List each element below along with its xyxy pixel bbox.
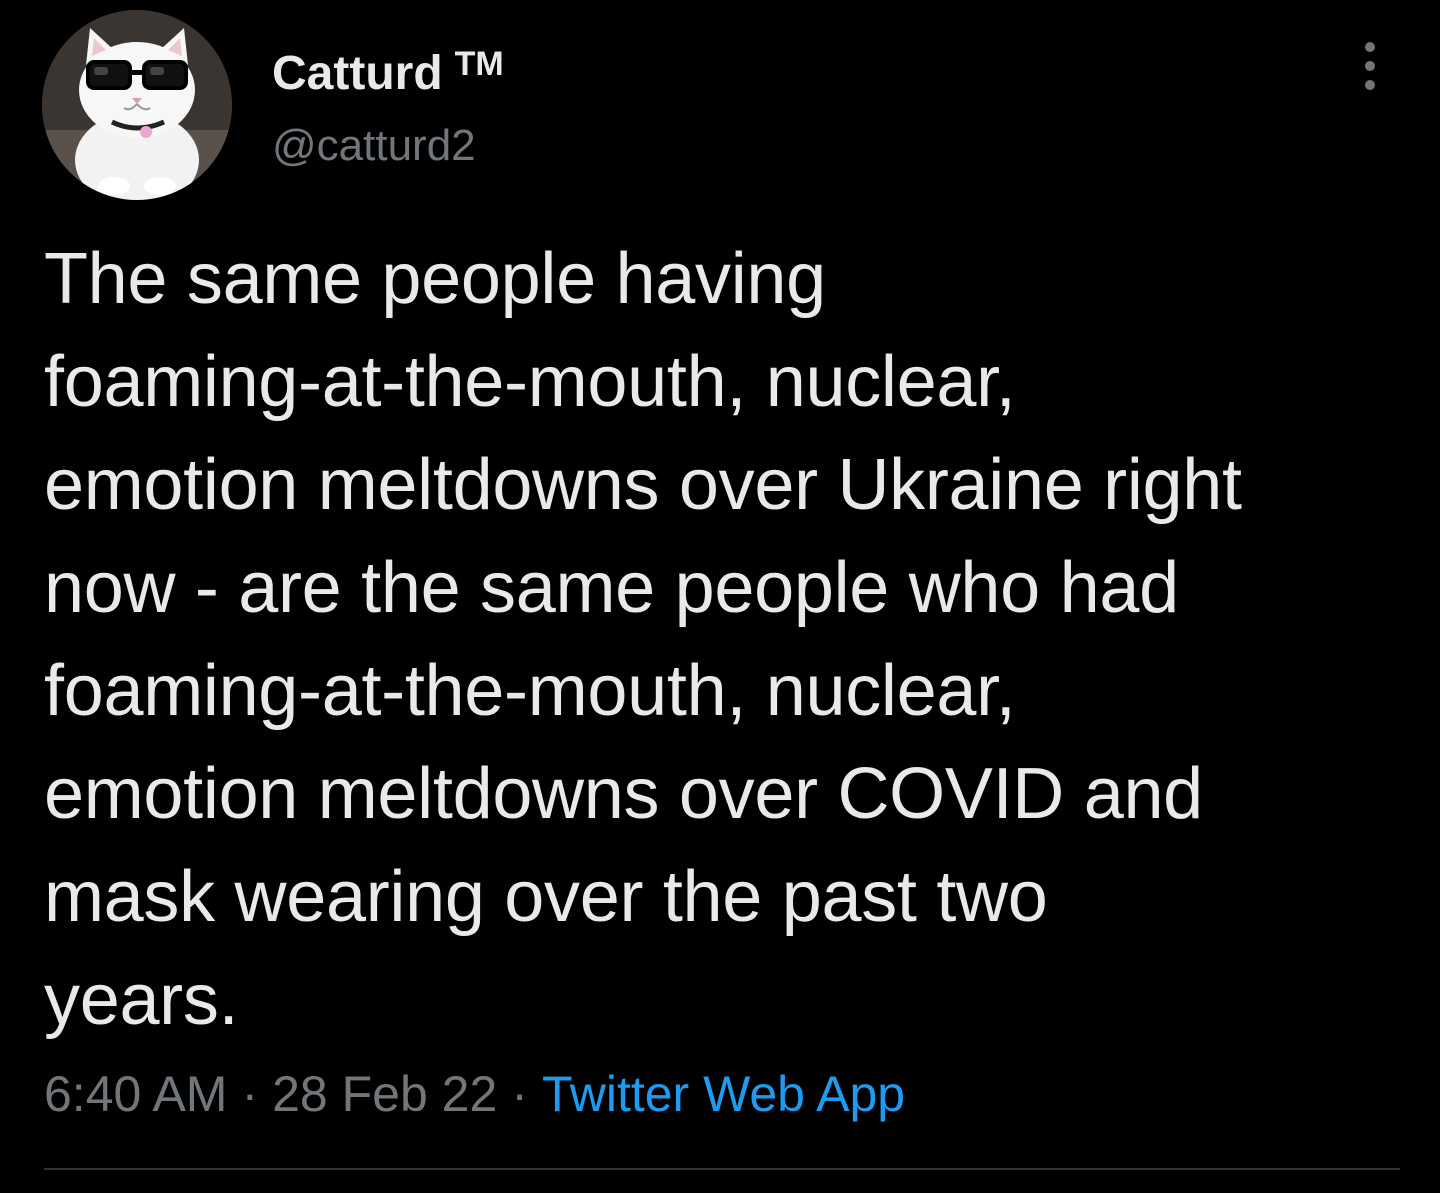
tweet-source-link[interactable]: Twitter Web App (542, 1066, 905, 1122)
tweet-text: The same people having foaming-at-the-mo… (44, 239, 1242, 1040)
tweet-time[interactable]: 6:40 AM (44, 1066, 227, 1122)
tweet-date[interactable]: 28 Feb 22 (272, 1066, 497, 1122)
divider (44, 1168, 1400, 1170)
meta-separator: · (241, 1066, 259, 1122)
cat-with-glasses-avatar-icon (42, 10, 232, 200)
tweet-detail: Catturd TM @catturd2 The same people havi… (0, 0, 1440, 1193)
tweet-metadata: 6:40 AM · 28 Feb 22 · Twitter Web App (44, 1062, 905, 1126)
author-handle[interactable]: @catturd2 (272, 118, 476, 174)
trademark-badge: TM (454, 45, 504, 83)
more-vertical-icon (1365, 42, 1375, 90)
more-options-button[interactable] (1340, 36, 1400, 96)
author-name-text: Catturd (272, 47, 443, 100)
meta-separator: · (511, 1066, 528, 1122)
author-display-name[interactable]: Catturd TM (272, 34, 504, 104)
avatar[interactable] (42, 10, 232, 200)
